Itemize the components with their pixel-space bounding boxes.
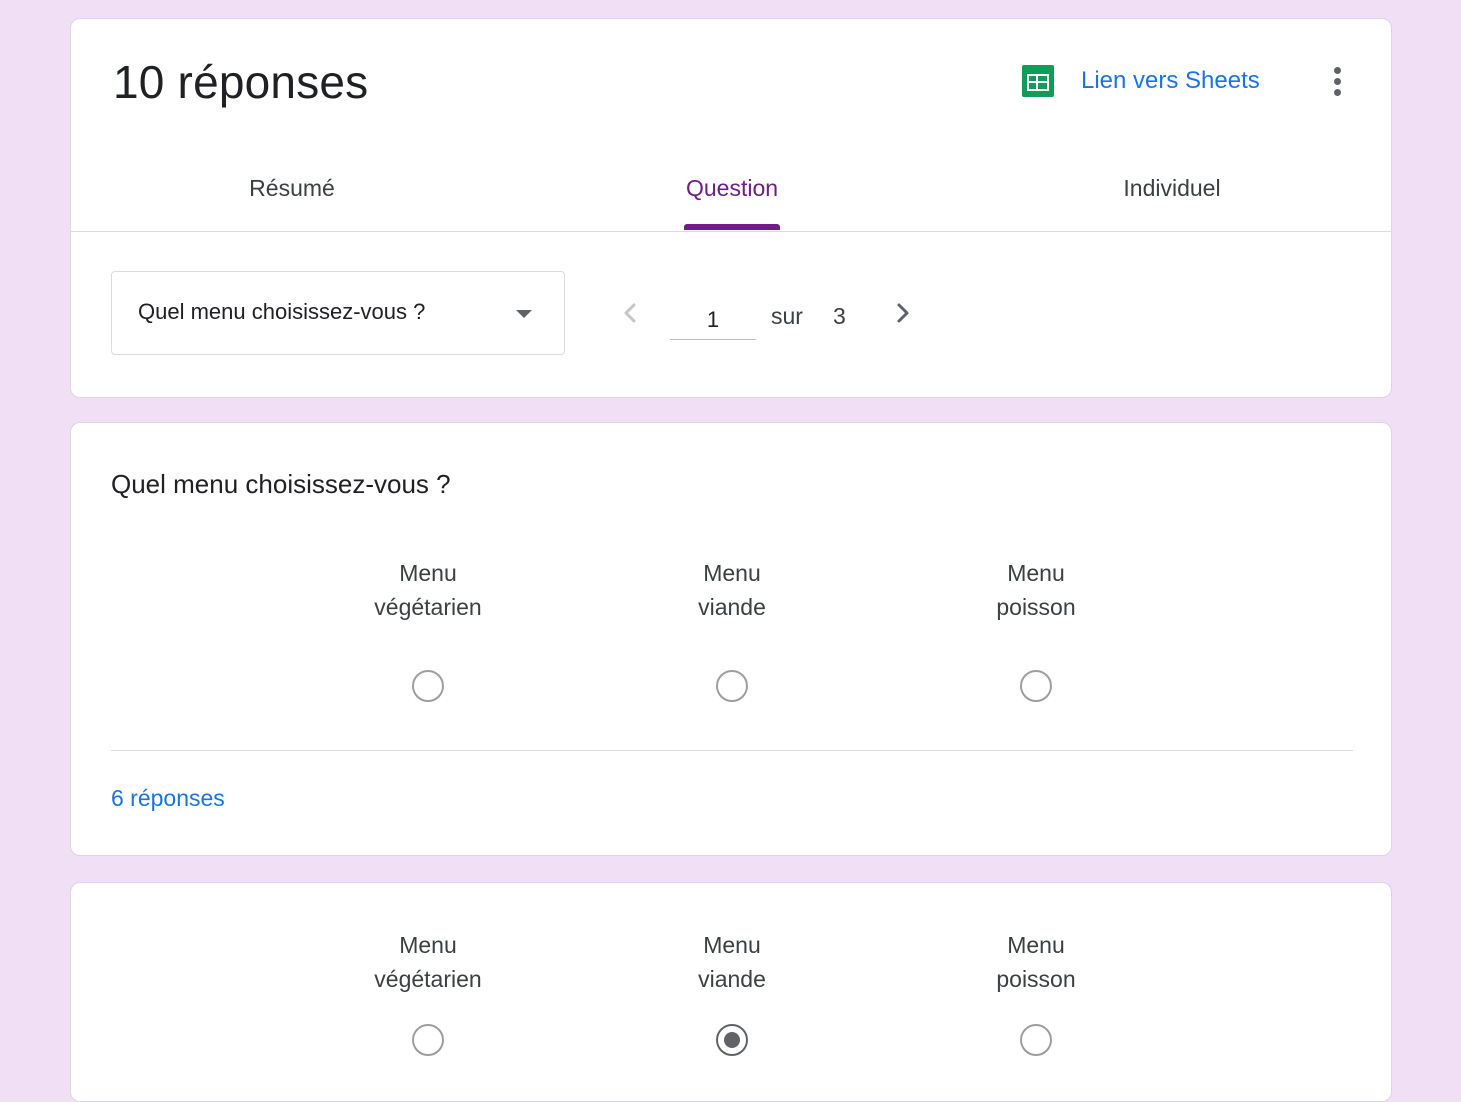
option-label-viande: Menu viande xyxy=(698,932,766,992)
divider xyxy=(111,750,1353,751)
chevron-left-icon[interactable] xyxy=(618,299,642,327)
response-card: Menu végétarien Menu viande Menu poisson xyxy=(70,882,1392,1102)
radio-vegetarien[interactable] xyxy=(412,670,444,702)
response-tabs: Résumé Question Individuel xyxy=(71,159,1391,232)
question-dropdown[interactable]: Quel menu choisissez-vous ? xyxy=(111,271,565,355)
link-to-sheets[interactable]: Lien vers Sheets xyxy=(1081,67,1260,95)
page-of-label: sur xyxy=(771,303,803,329)
option-label-poisson: Menu poisson xyxy=(996,560,1076,620)
option-label-vegetarien: Menu végétarien xyxy=(374,560,482,620)
radio-poisson[interactable] xyxy=(1020,1024,1052,1056)
radio-vegetarien[interactable] xyxy=(412,1024,444,1056)
question-dropdown-value: Quel menu choisissez-vous ? xyxy=(138,299,426,324)
radio-viande[interactable] xyxy=(716,1024,748,1056)
page-total: 3 xyxy=(833,303,846,329)
response-count-link[interactable]: 6 réponses xyxy=(111,785,225,812)
chevron-right-icon[interactable] xyxy=(891,299,915,327)
responses-count-title: 10 réponses xyxy=(113,56,369,108)
active-tab-indicator xyxy=(684,224,780,230)
question-title: Quel menu choisissez-vous ? xyxy=(111,469,451,499)
option-label-vegetarien: Menu végétarien xyxy=(374,932,482,992)
radio-viande[interactable] xyxy=(716,670,748,702)
sheets-icon[interactable] xyxy=(1021,64,1055,98)
option-label-poisson: Menu poisson xyxy=(996,932,1076,992)
page-number-input[interactable] xyxy=(670,294,756,340)
tab-question[interactable]: Question xyxy=(686,175,778,202)
more-vert-icon[interactable] xyxy=(1327,67,1347,101)
question-card: Quel menu choisissez-vous ? Menu végétar… xyxy=(70,422,1392,856)
responses-header-card: 10 réponses Lien vers Sheets Résumé Ques… xyxy=(70,18,1392,398)
tab-resume[interactable]: Résumé xyxy=(249,175,335,202)
option-label-viande: Menu viande xyxy=(698,560,766,620)
tab-individuel[interactable]: Individuel xyxy=(1123,175,1220,202)
dropdown-caret-icon xyxy=(516,310,532,318)
radio-poisson[interactable] xyxy=(1020,670,1052,702)
